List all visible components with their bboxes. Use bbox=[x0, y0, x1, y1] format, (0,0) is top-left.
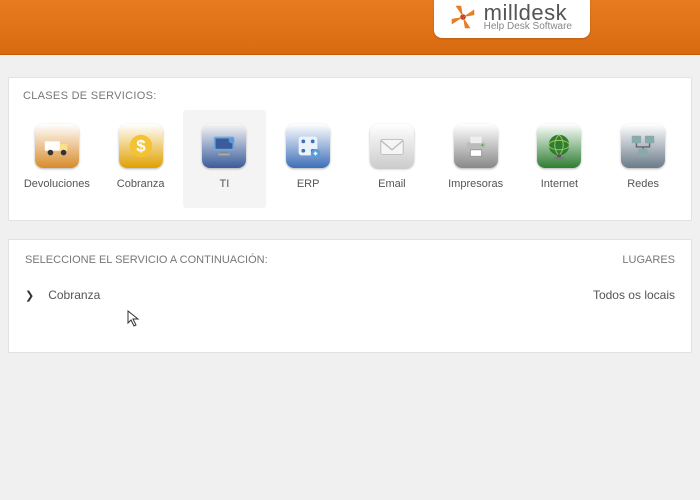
services-title: SELECCIONE EL SERVICIO A CONTINUACIÓN: bbox=[25, 254, 268, 266]
monitor-icon bbox=[202, 124, 246, 168]
category-label: Impresoras bbox=[434, 178, 518, 190]
category-erp[interactable]: ERP bbox=[266, 110, 350, 208]
category-label: Redes bbox=[601, 178, 685, 190]
dollar-icon: $ bbox=[119, 124, 163, 168]
category-label: ERP bbox=[266, 178, 350, 190]
categories-panel: CLASES DE SERVICIOS: Devoluciones $ Cobran… bbox=[8, 77, 692, 221]
category-email[interactable]: Email bbox=[350, 110, 434, 208]
globe-icon bbox=[537, 124, 581, 168]
network-icon bbox=[621, 124, 665, 168]
service-name: Cobranza bbox=[48, 288, 100, 302]
categories-title: CLASES DE SERVICIOS: bbox=[9, 78, 691, 110]
truck-icon bbox=[35, 124, 79, 168]
header-bar: milldesk Help Desk Software bbox=[0, 0, 700, 55]
category-label: Internet bbox=[518, 178, 602, 190]
service-place: Todos os locais bbox=[593, 288, 675, 302]
svg-text:$: $ bbox=[136, 137, 146, 156]
printer-icon bbox=[454, 124, 498, 168]
envelope-icon bbox=[370, 124, 414, 168]
category-label: Cobranza bbox=[99, 178, 183, 190]
category-impresoras[interactable]: Impresoras bbox=[434, 110, 518, 208]
category-redes[interactable]: Redes bbox=[601, 110, 685, 208]
windmill-icon bbox=[448, 2, 478, 32]
category-label: Devoluciones bbox=[15, 178, 99, 190]
service-row[interactable]: ❯ Cobranza Todos os locais bbox=[25, 288, 675, 302]
category-label: Email bbox=[350, 178, 434, 190]
cursor-icon bbox=[127, 310, 141, 328]
category-row: Devoluciones $ CobranzaTIERPEmailImpresora… bbox=[9, 110, 691, 220]
chevron-right-icon: ❯ bbox=[25, 289, 34, 302]
category-cobranza[interactable]: $ Cobranza bbox=[99, 110, 183, 208]
erp-icon bbox=[286, 124, 330, 168]
category-internet[interactable]: Internet bbox=[518, 110, 602, 208]
places-title: LUGARES bbox=[622, 254, 675, 266]
brand-tagline: Help Desk Software bbox=[484, 22, 572, 32]
category-label: TI bbox=[183, 178, 267, 190]
brand-logo: milldesk Help Desk Software bbox=[434, 0, 590, 38]
category-devoluciones[interactable]: Devoluciones bbox=[15, 110, 99, 208]
services-panel: SELECCIONE EL SERVICIO A CONTINUACIÓN: L… bbox=[8, 239, 692, 353]
category-ti[interactable]: TI bbox=[183, 110, 267, 208]
